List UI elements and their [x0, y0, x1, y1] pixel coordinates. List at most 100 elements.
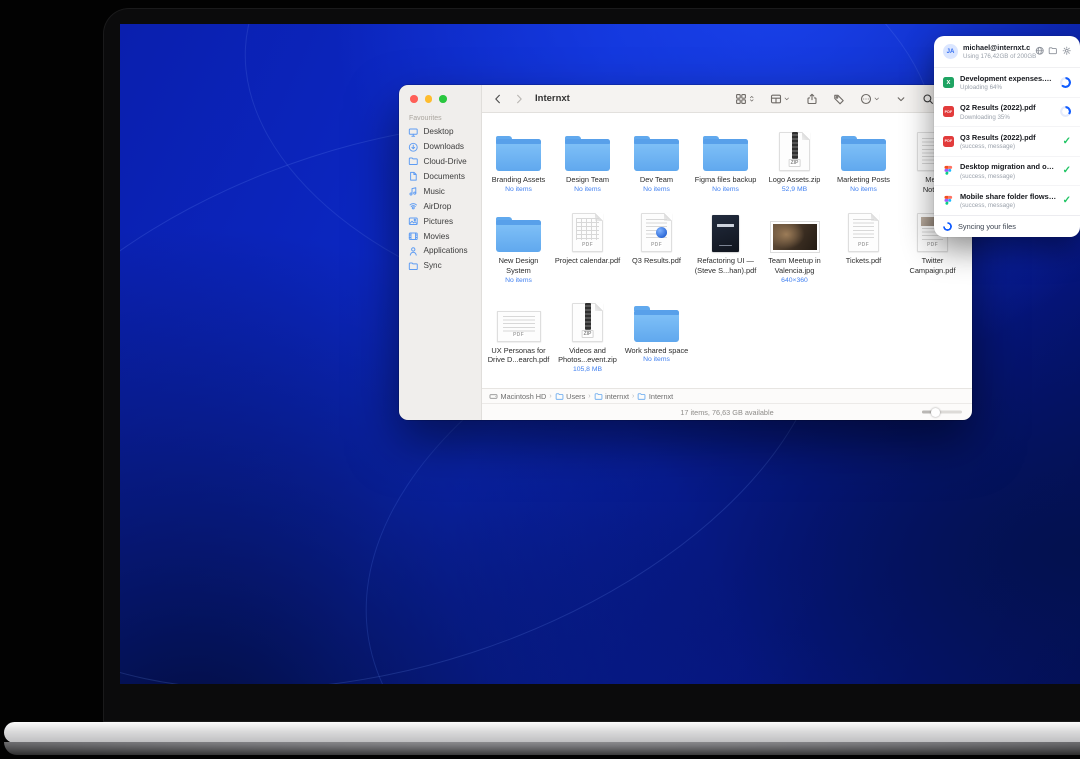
close-button[interactable]	[410, 95, 418, 103]
sidebar-item-downloads[interactable]: Downloads	[399, 139, 481, 154]
document-page: PDF	[848, 213, 879, 252]
pdf-label: PDF	[650, 242, 663, 248]
file-name: Design Team	[566, 175, 609, 185]
file-name: Work shared space	[625, 346, 689, 356]
document-icon	[408, 171, 419, 182]
file-subtitle: 640×360	[781, 277, 808, 284]
sidebar-item-label: Applications	[424, 246, 468, 255]
xlsx-file-icon: x	[943, 77, 954, 88]
icon-size-slider[interactable]	[922, 411, 962, 414]
file-name: UX Personas for Drive D...earch.pdf	[486, 346, 552, 365]
account-email: michael@internxt.com	[963, 43, 1030, 52]
group-by-button[interactable]	[770, 93, 791, 105]
sync-item-info: Development expenses.xlsxUploading 64%	[960, 74, 1054, 92]
pdf-label: PDF	[857, 242, 870, 248]
sync-item-status: (success, message)	[960, 143, 1057, 150]
movies-icon	[408, 231, 419, 242]
file-item[interactable]: Team Meetup in Valencia.jpg 640×360	[760, 207, 829, 283]
sync-file-list: x Development expenses.xlsxUploading 64% P…	[934, 68, 1080, 215]
file-item[interactable]: Refactoring UI — (Steve S...han).pdf	[691, 207, 760, 283]
sync-item-name: Desktop migration and onboardi...	[960, 162, 1057, 171]
chevron-down-button[interactable]	[895, 93, 907, 105]
sync-item[interactable]: PDFQ2 Results (2022).pdfDownloading 35%	[934, 98, 1080, 128]
file-item[interactable]: ZIPLogo Assets.zip52,9 MB	[760, 126, 829, 194]
sidebar-item-cloud-drive[interactable]: Cloud-Drive	[399, 154, 481, 169]
sidebar-item-pictures[interactable]: Pictures	[399, 214, 481, 229]
sync-item[interactable]: Desktop migration and onboardi...(succes…	[934, 157, 1080, 187]
folder-icon	[408, 261, 419, 272]
globe-button[interactable]	[1035, 46, 1045, 58]
file-item[interactable]: PDFUX Personas for Drive D...earch.pdf	[484, 297, 553, 373]
group-by-icon	[770, 93, 782, 105]
path-segment[interactable]: internxt	[594, 392, 629, 401]
sidebar-item-airdrop[interactable]: AirDrop	[399, 199, 481, 214]
sidebar-item-documents[interactable]: Documents	[399, 169, 481, 184]
more-circle-button[interactable]	[860, 93, 881, 105]
sidebar-item-label: Desktop	[424, 127, 454, 136]
finder-window: Favourites DesktopDownloadsCloud-DriveDo…	[399, 85, 972, 420]
grid-view-icon	[735, 93, 747, 105]
zipper-stripe	[792, 132, 798, 159]
window-title: Internxt	[535, 93, 570, 104]
sync-item[interactable]: PDFQ3 Results (2022).pdf(success, messag…	[934, 127, 1080, 157]
progress-spinner-icon	[1060, 106, 1071, 117]
file-item[interactable]: Branding AssetsNo items	[484, 126, 553, 194]
book-cover	[712, 215, 739, 252]
path-segment[interactable]: Macintosh HD	[489, 392, 546, 401]
file-item[interactable]: Marketing PostsNo items	[829, 126, 898, 194]
path-segment[interactable]: Users	[555, 392, 586, 401]
path-separator: ›	[632, 393, 634, 400]
chevron-down-icon	[783, 95, 791, 103]
file-name: Videos and Photos...event.zip	[555, 346, 621, 365]
share-button[interactable]	[806, 93, 818, 105]
sync-item-name: Mobile share folder flows.fig	[960, 192, 1057, 201]
file-item[interactable]: Dev TeamNo items	[622, 126, 691, 194]
book-title-bar	[717, 224, 734, 227]
folder-icon	[594, 392, 603, 401]
file-view: Branding AssetsNo itemsDesign TeamNo ite…	[482, 113, 972, 388]
minimize-button[interactable]	[425, 95, 433, 103]
search-button[interactable]	[922, 93, 934, 105]
pdf-icon: PDF	[848, 207, 879, 252]
sidebar-item-label: Documents	[424, 172, 465, 181]
folder-icon	[1048, 46, 1058, 56]
sidebar-item-label: Sync	[424, 261, 442, 270]
path-separator: ›	[549, 393, 551, 400]
desktop-icon	[408, 127, 419, 138]
path-segment[interactable]: Internxt	[637, 392, 673, 401]
file-grid: Branding AssetsNo itemsDesign TeamNo ite…	[484, 126, 972, 373]
folder-icon	[496, 126, 541, 171]
file-subtitle: No items	[850, 186, 877, 193]
file-item[interactable]: New Design SystemNo items	[484, 207, 553, 283]
sync-item[interactable]: Mobile share folder flows.fig(success, m…	[934, 186, 1080, 215]
status-text: 17 items, 76,63 GB available	[680, 408, 773, 417]
file-item[interactable]: Figma files backupNo items	[691, 126, 760, 194]
folder-button[interactable]	[1048, 46, 1058, 58]
sidebar-item-music[interactable]: Music	[399, 184, 481, 199]
chevron-down-icon	[873, 95, 881, 103]
sidebar-item-sync[interactable]: Sync	[399, 258, 481, 273]
sync-item[interactable]: x Development expenses.xlsxUploading 64%	[934, 68, 1080, 98]
slider-knob[interactable]	[931, 408, 940, 417]
file-item[interactable]: Design TeamNo items	[553, 126, 622, 194]
finder-main: Internxt Branding AssetsNo itemsDesign T…	[482, 85, 972, 420]
file-item[interactable]: PDFProject calendar.pdf	[553, 207, 622, 283]
path-bar: Macintosh HD›Users›internxt›Internxt	[482, 388, 972, 403]
file-subtitle: No items	[643, 356, 670, 363]
back-button[interactable]	[492, 93, 504, 105]
tag-button[interactable]	[833, 93, 845, 105]
sidebar-item-applications[interactable]: Applications	[399, 244, 481, 259]
sidebar-item-desktop[interactable]: Desktop	[399, 125, 481, 140]
sidebar-item-movies[interactable]: Movies	[399, 229, 481, 244]
file-item[interactable]: PDFQ3 Results.pdf	[622, 207, 691, 283]
file-item[interactable]: PDFTickets.pdf	[829, 207, 898, 283]
zoom-button[interactable]	[439, 95, 447, 103]
file-item[interactable]: ZIPVideos and Photos...event.zip105,8 MB	[553, 297, 622, 373]
file-item[interactable]: Work shared spaceNo items	[622, 297, 691, 373]
gear-button[interactable]	[1062, 46, 1072, 58]
zip-label: ZIP	[788, 159, 801, 167]
folder-shape	[496, 139, 541, 171]
forward-button[interactable]	[513, 93, 525, 105]
file-name: Team Meetup in Valencia.jpg	[762, 256, 828, 275]
grid-view-button[interactable]	[735, 93, 756, 105]
